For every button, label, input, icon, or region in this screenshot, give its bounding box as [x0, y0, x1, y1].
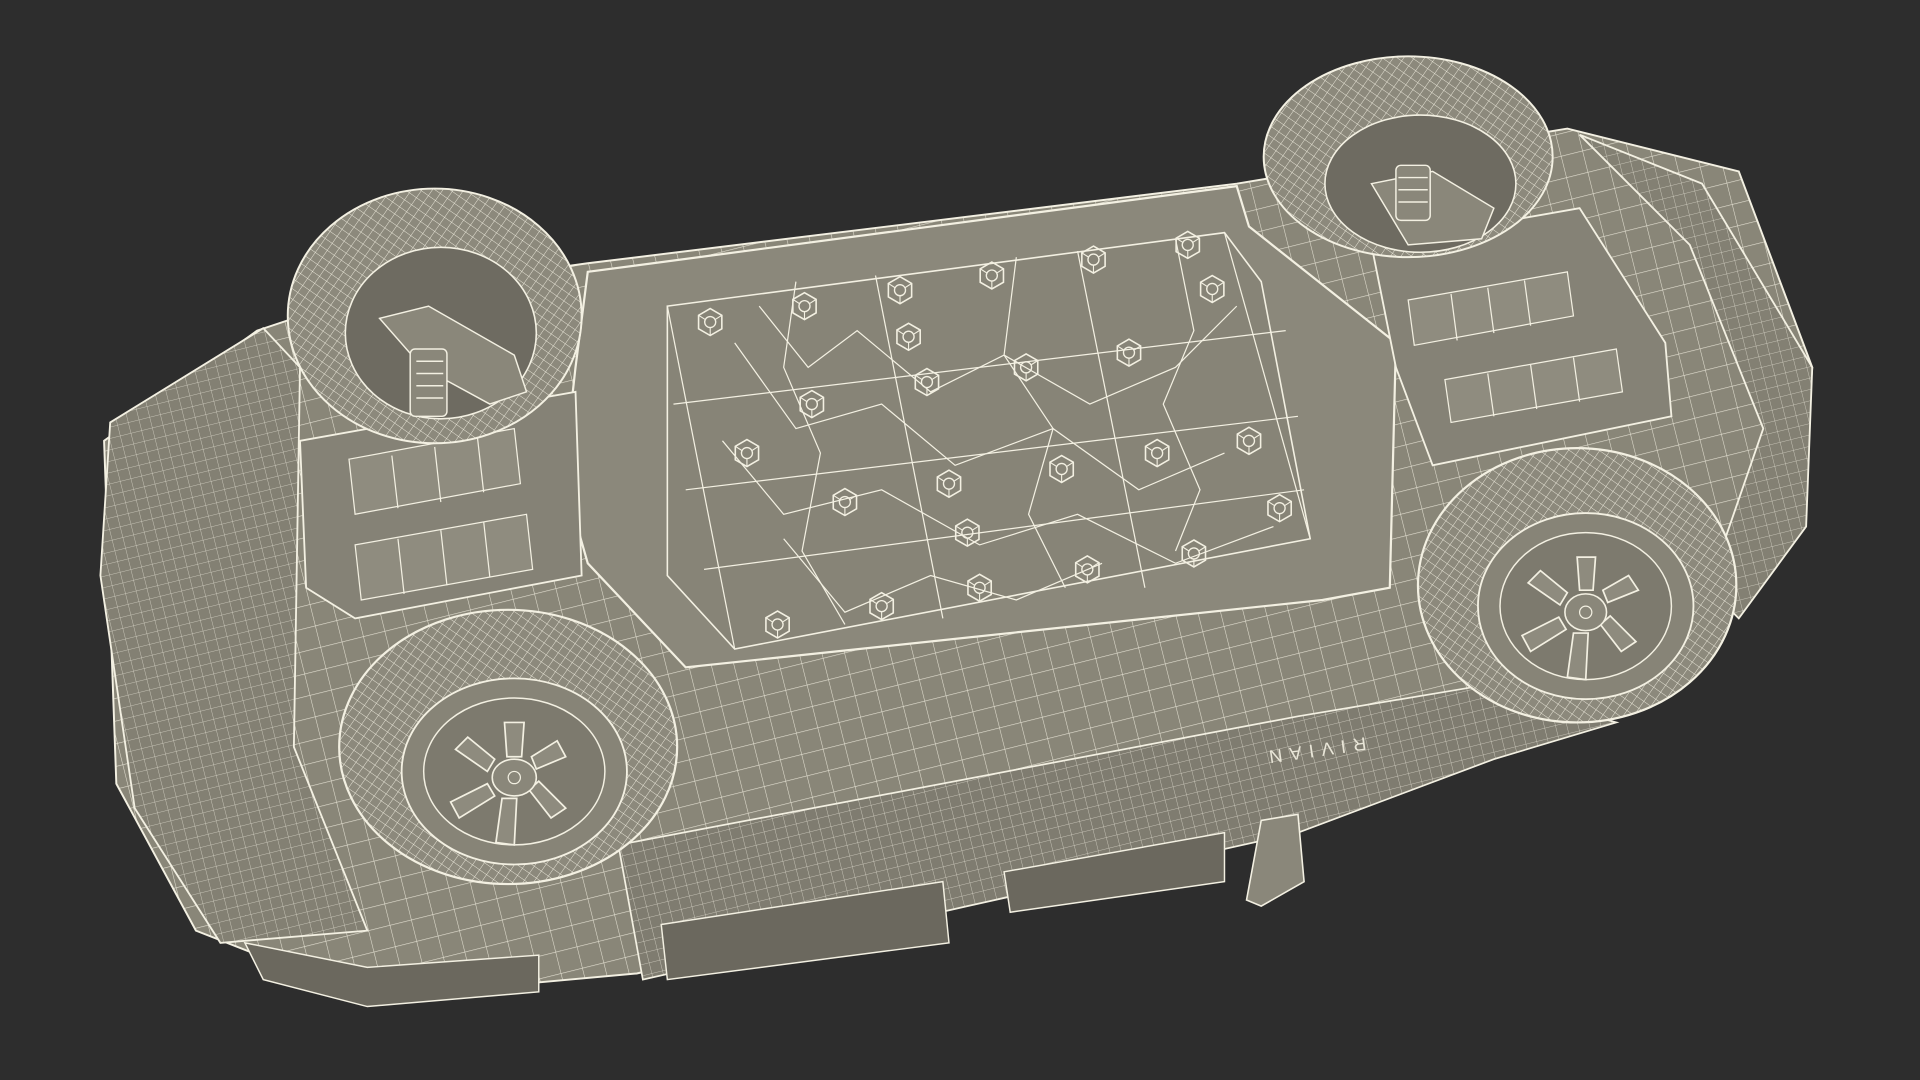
- wheel-rear-bottom: [1416, 447, 1738, 724]
- wheel-front-top: [286, 187, 583, 445]
- battery-skid-plate: [562, 184, 1398, 669]
- render-canvas: RIVIAN: [99, 55, 1814, 1008]
- wheel-rear-top: [1262, 55, 1554, 259]
- wheel-front-bottom: [338, 608, 679, 886]
